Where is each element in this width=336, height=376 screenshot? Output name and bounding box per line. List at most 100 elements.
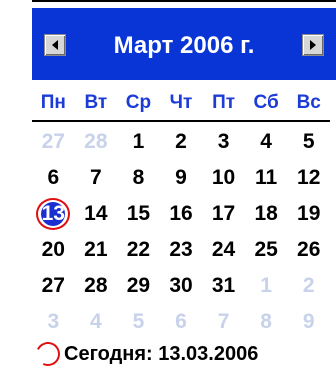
- day-number: 24: [211, 238, 236, 261]
- day-number: 27: [41, 274, 65, 297]
- day-number: 26: [297, 238, 321, 261]
- day-cell[interactable]: 3: [202, 124, 245, 160]
- today-label: Сегодня: 13.03.2006: [64, 342, 259, 365]
- day-number: 17: [211, 202, 236, 225]
- day-number: 25: [254, 238, 278, 261]
- weekday-label: Вс: [296, 92, 321, 113]
- day-cell[interactable]: 9: [160, 160, 203, 196]
- day-number: 11: [255, 166, 278, 189]
- day-cell[interactable]: 5: [117, 304, 160, 340]
- day-number: 9: [302, 310, 315, 333]
- day-cell[interactable]: 20: [32, 232, 75, 268]
- day-cell[interactable]: 19: [287, 196, 330, 232]
- left-triangle-icon: [52, 40, 58, 50]
- day-number: 7: [217, 310, 230, 333]
- day-number: 5: [132, 310, 145, 333]
- day-number: 5: [302, 130, 315, 153]
- day-number: 31: [211, 274, 236, 297]
- day-cell[interactable]: 1: [117, 124, 160, 160]
- day-cell[interactable]: 24: [202, 232, 245, 268]
- day-number: 2: [175, 130, 187, 153]
- weekday-label: Пн: [40, 92, 66, 113]
- day-cell[interactable]: 17: [202, 196, 245, 232]
- day-cell[interactable]: 7: [202, 304, 245, 340]
- weekday-label: Ср: [125, 92, 152, 113]
- day-grid: 27 28 1 2 3 4 5 6 7 8 9 10 11 12 13 14 15 16 17 18 19 20 21 22 2…: [32, 124, 330, 340]
- day-cell[interactable]: 2: [287, 268, 330, 304]
- day-number: 4: [260, 130, 272, 153]
- day-number: 27: [41, 130, 65, 153]
- day-cell[interactable]: 21: [75, 232, 118, 268]
- today-circle-icon: [32, 338, 64, 370]
- day-number: 19: [297, 202, 321, 225]
- day-number: 3: [217, 130, 230, 153]
- day-number: 7: [90, 166, 102, 189]
- day-number: 16: [169, 202, 193, 225]
- day-cell[interactable]: 28: [75, 124, 118, 160]
- weekday-header-row: Пн Вт Ср Чт Пт Сб Вс: [32, 86, 330, 122]
- day-cell[interactable]: 11: [245, 160, 288, 196]
- calendar-header: Март 2006 г.: [32, 8, 336, 80]
- day-cell[interactable]: 30: [160, 268, 203, 304]
- day-number: 2: [302, 274, 315, 297]
- day-cell[interactable]: 8: [117, 160, 160, 196]
- day-cell[interactable]: 14: [75, 196, 118, 232]
- day-cell[interactable]: 3: [32, 304, 75, 340]
- day-number: 21: [84, 238, 108, 261]
- weekday-label: Чт: [169, 92, 193, 113]
- day-number: 20: [41, 238, 65, 261]
- day-number: 18: [254, 202, 278, 225]
- day-cell[interactable]: 29: [117, 268, 160, 304]
- day-cell[interactable]: 2: [160, 124, 203, 160]
- day-cell[interactable]: 4: [245, 124, 288, 160]
- previous-month-button[interactable]: [44, 34, 66, 56]
- day-cell[interactable]: 28: [75, 268, 118, 304]
- day-number: 1: [260, 274, 272, 297]
- weekday-label: Пт: [212, 92, 236, 113]
- weekday-label: Вт: [84, 92, 108, 113]
- next-month-button[interactable]: [302, 34, 324, 56]
- day-cell[interactable]: 7: [75, 160, 118, 196]
- today-link[interactable]: Сегодня: 13.03.2006: [32, 338, 259, 370]
- day-number: 4: [90, 310, 102, 333]
- day-number: 6: [175, 310, 187, 333]
- day-number: 28: [84, 274, 108, 297]
- day-cell[interactable]: 6: [32, 160, 75, 196]
- day-cell[interactable]: 27: [32, 268, 75, 304]
- day-number: 28: [84, 130, 108, 153]
- day-number: 13: [41, 202, 65, 225]
- day-cell[interactable]: 9: [287, 304, 330, 340]
- day-cell[interactable]: 12: [287, 160, 330, 196]
- day-cell[interactable]: 31: [202, 268, 245, 304]
- month-calendar: Март 2006 г. Пн Вт Ср Чт Пт Сб Вс 27 28 1 2…: [32, 8, 336, 340]
- day-number: 8: [260, 310, 272, 333]
- day-cell[interactable]: 8: [245, 304, 288, 340]
- day-cell[interactable]: 10: [202, 160, 245, 196]
- day-cell[interactable]: 15: [117, 196, 160, 232]
- day-cell[interactable]: 18: [245, 196, 288, 232]
- day-cell[interactable]: 25: [245, 232, 288, 268]
- day-number: 10: [211, 166, 236, 189]
- day-number: 8: [132, 166, 145, 189]
- day-number: 9: [175, 166, 187, 189]
- day-number: 6: [47, 166, 60, 189]
- day-number: 12: [297, 166, 321, 189]
- day-cell[interactable]: 26: [287, 232, 330, 268]
- day-cell[interactable]: 23: [160, 232, 203, 268]
- day-number: 29: [126, 274, 151, 297]
- day-cell[interactable]: 16: [160, 196, 203, 232]
- day-cell[interactable]: 5: [287, 124, 330, 160]
- day-number: 23: [169, 238, 193, 261]
- day-cell[interactable]: 22: [117, 232, 160, 268]
- day-cell[interactable]: 1: [245, 268, 288, 304]
- right-triangle-icon: [310, 40, 316, 50]
- weekday-label: Сб: [253, 92, 279, 113]
- day-number: 22: [126, 238, 151, 261]
- top-divider: [32, 0, 336, 2]
- day-cell-today[interactable]: 13: [32, 196, 75, 232]
- day-cell[interactable]: 4: [75, 304, 118, 340]
- day-number: 14: [84, 202, 108, 225]
- day-cell[interactable]: 6: [160, 304, 203, 340]
- day-cell[interactable]: 27: [32, 124, 75, 160]
- calendar-title: Март 2006 г.: [113, 32, 255, 59]
